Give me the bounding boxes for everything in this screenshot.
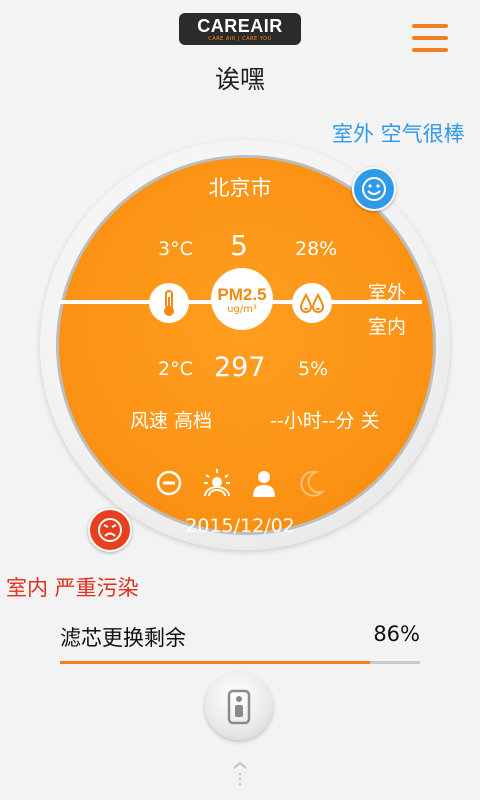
smile-icon[interactable] (352, 167, 396, 211)
indoor-temperature: 2°C (158, 358, 193, 380)
careair-logo: CAREAIR CARE AIR | CARE YOU (179, 13, 301, 45)
outdoor-label: 室外 (368, 282, 407, 304)
menu-bar (412, 24, 448, 28)
humidity-drops-icon (292, 283, 332, 323)
remote-button[interactable] (205, 672, 273, 740)
sun-icon[interactable] (204, 469, 230, 497)
moon-icon[interactable] (300, 470, 326, 497)
outdoor-humidity: 28% (295, 238, 338, 260)
pm25-label: PM2.5 (217, 285, 267, 304)
menu-bar (412, 48, 448, 52)
logo-tagline: CARE AIR | CARE YOU (208, 36, 272, 42)
filter-remaining-value: 86% (373, 622, 420, 646)
mode-icons-row (156, 466, 326, 500)
minus-circle-icon[interactable] (156, 470, 182, 496)
chevron-up-icon[interactable] (228, 758, 252, 788)
fan-speed-text[interactable]: 风速 高档 (130, 406, 212, 433)
thermometer-icon (149, 283, 189, 323)
pm25-unit: ug/m³ (227, 304, 257, 315)
city-name[interactable]: 北京市 (0, 172, 480, 202)
filter-remaining-label: 滤芯更换剩余 (60, 626, 186, 650)
indoor-pm25-value: 297 (214, 352, 266, 383)
page-title: 诶嘿 (214, 65, 265, 94)
person-icon[interactable] (253, 471, 275, 497)
indoor-status-text: 室内 严重污染 (6, 576, 139, 600)
outdoor-temperature: 3°C (158, 238, 193, 260)
filter-progress-bar (60, 661, 420, 664)
filter-progress-fill (60, 661, 370, 664)
logo-text: CAREAIR (197, 16, 283, 36)
angry-face-icon[interactable] (88, 508, 132, 552)
pm25-badge: PM2.5 ug/m³ (211, 268, 273, 330)
indoor-label: 室内 (368, 316, 407, 338)
outdoor-pm25-value: 5 (230, 229, 248, 262)
remote-icon (227, 689, 251, 725)
outdoor-status-text: 室外 空气很棒 (332, 122, 465, 146)
menu-bar (412, 36, 448, 40)
indoor-humidity: 5% (298, 358, 329, 380)
timer-text[interactable]: --小时--分 关 (270, 406, 379, 433)
menu-icon[interactable] (412, 24, 448, 54)
date-text: 2015/12/02 (185, 515, 295, 537)
